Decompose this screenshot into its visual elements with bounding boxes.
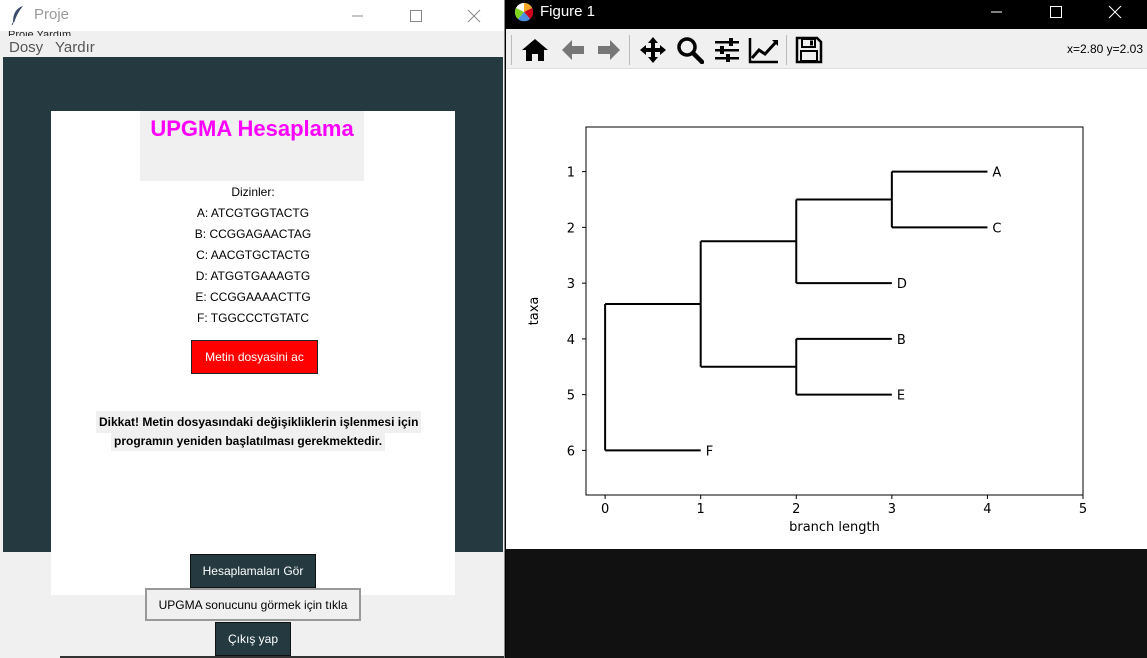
heading-box: UPGMA Hesaplama — [140, 111, 364, 181]
home-button[interactable] — [518, 35, 552, 65]
toolbar-separator — [629, 35, 630, 65]
leaf-label: A — [992, 166, 1001, 181]
leaf-label: F — [706, 444, 713, 459]
x-axis-label: branch length — [789, 520, 880, 535]
desktop: Proje Proje Yardım Dosy Yardır UPGMA Hes… — [0, 0, 1147, 658]
figure-maximize-button[interactable] — [1033, 0, 1079, 24]
exit-button[interactable]: Çıkış yap — [215, 622, 291, 656]
leaf-label: B — [897, 333, 906, 348]
pan-button[interactable] — [636, 35, 670, 65]
warning-line-2: programın yeniden başlatılması gerekmekt… — [111, 433, 386, 451]
configure-subplots-button[interactable] — [710, 35, 744, 65]
configure-subplots-icon — [715, 38, 739, 62]
sequence-item: D: ATGGTGAAAGTG — [195, 269, 311, 283]
figure-toolbar: x=2.80 y=2.03 — [506, 29, 1147, 69]
maximize-button[interactable] — [393, 0, 439, 31]
figure-canvas[interactable]: 0 1 2 3 4 5 1 2 3 4 5 6 branch length taxa A C D B E F — [506, 70, 1147, 549]
x-tick-label: 3 — [888, 502, 896, 517]
y-tick-label: 2 — [567, 221, 575, 236]
sequence-item: E: CCGGAAAACTTG — [195, 290, 311, 304]
sequence-item: B: CCGGAGAACTAG — [194, 227, 312, 241]
maximize-icon — [1050, 6, 1062, 18]
figure-title-bar[interactable]: Figure 1 — [506, 0, 1147, 29]
sequences-title: Dizinler: — [231, 185, 275, 199]
close-icon — [467, 9, 481, 22]
minimize-icon — [991, 11, 1002, 13]
open-text-file-button[interactable]: Metin dosyasini ac — [191, 340, 318, 374]
y-axis-label: taxa — [527, 297, 542, 326]
view-calculations-button[interactable]: Hesaplamaları Gör — [190, 554, 316, 588]
edit-axis-button[interactable] — [747, 35, 781, 65]
zoom-icon — [677, 37, 704, 64]
sequence-item: A: ATCGTGGTACTG — [196, 206, 310, 220]
y-tick-label: 5 — [567, 389, 575, 404]
feather-icon — [11, 6, 23, 25]
x-tick-label: 2 — [792, 502, 800, 517]
menu-bar: Dosy Yardır — [0, 36, 504, 57]
figure-title: Figure 1 — [540, 3, 596, 20]
window-title: Proje — [34, 6, 70, 23]
axes-frame — [585, 126, 1084, 496]
close-icon — [1108, 5, 1122, 19]
view-upgma-result-button[interactable]: UPGMA sonucunu görmek için tıkla — [145, 588, 361, 621]
sequence-item: F: TGGCCCTGTATC — [197, 311, 309, 325]
figure-window: Figure 1 x=2.80 y=2.03 0 1 2 3 4 5 1 2 3… — [506, 0, 1147, 549]
save-icon — [795, 36, 823, 64]
dendrogram-chart[interactable]: 0 1 2 3 4 5 1 2 3 4 5 6 branch length taxa A C D B E F — [506, 70, 1147, 549]
minimize-icon — [352, 15, 363, 16]
x-tick-label: 4 — [983, 502, 991, 517]
matplotlib-icon — [514, 3, 534, 22]
warning-line-1: Dikkat! Metin dosyasındaki değişiklikler… — [96, 411, 422, 433]
desktop-background — [506, 549, 1147, 658]
tk-title-bar[interactable]: Proje — [0, 0, 504, 31]
pan-icon — [640, 37, 666, 63]
leaf-label: E — [897, 389, 905, 404]
back-icon — [562, 40, 584, 60]
menu-help[interactable]: Yardır — [55, 39, 95, 57]
edit-axis-icon — [748, 38, 778, 64]
x-tick-label: 1 — [697, 502, 705, 517]
content-card: UPGMA Hesaplama Dizinler: A: ATCGTGGTACT… — [51, 111, 455, 595]
tk-app-window: Proje Proje Yardım Dosy Yardır UPGMA Hes… — [0, 0, 505, 658]
sequence-item: C: AACGTGCTACTG — [196, 248, 310, 262]
leaf-label: D — [897, 277, 907, 292]
save-button[interactable] — [792, 35, 826, 65]
forward-button[interactable] — [592, 35, 626, 65]
menu-file[interactable]: Dosy — [9, 39, 43, 57]
maximize-icon — [410, 9, 422, 22]
y-tick-label: 4 — [567, 333, 575, 348]
x-tick-label: 5 — [1079, 502, 1087, 517]
coordinate-readout: x=2.80 y=2.03 — [1066, 42, 1143, 56]
x-tick-label: 0 — [601, 502, 609, 517]
page-title: UPGMA Hesaplama — [150, 116, 354, 141]
y-tick-label: 6 — [567, 444, 575, 459]
toolbar-separator — [786, 35, 787, 65]
leaf-label: C — [992, 221, 1001, 236]
y-tick-label: 3 — [567, 277, 575, 292]
back-button[interactable] — [556, 35, 590, 65]
figure-minimize-button[interactable] — [974, 0, 1020, 24]
y-tick-label: 1 — [567, 166, 575, 181]
figure-close-button[interactable] — [1092, 0, 1138, 24]
minimize-button[interactable] — [335, 0, 381, 31]
close-button[interactable] — [451, 0, 497, 31]
home-icon — [522, 39, 548, 61]
forward-icon — [598, 40, 620, 60]
toolbar-separator — [511, 35, 512, 65]
zoom-button[interactable] — [673, 35, 707, 65]
